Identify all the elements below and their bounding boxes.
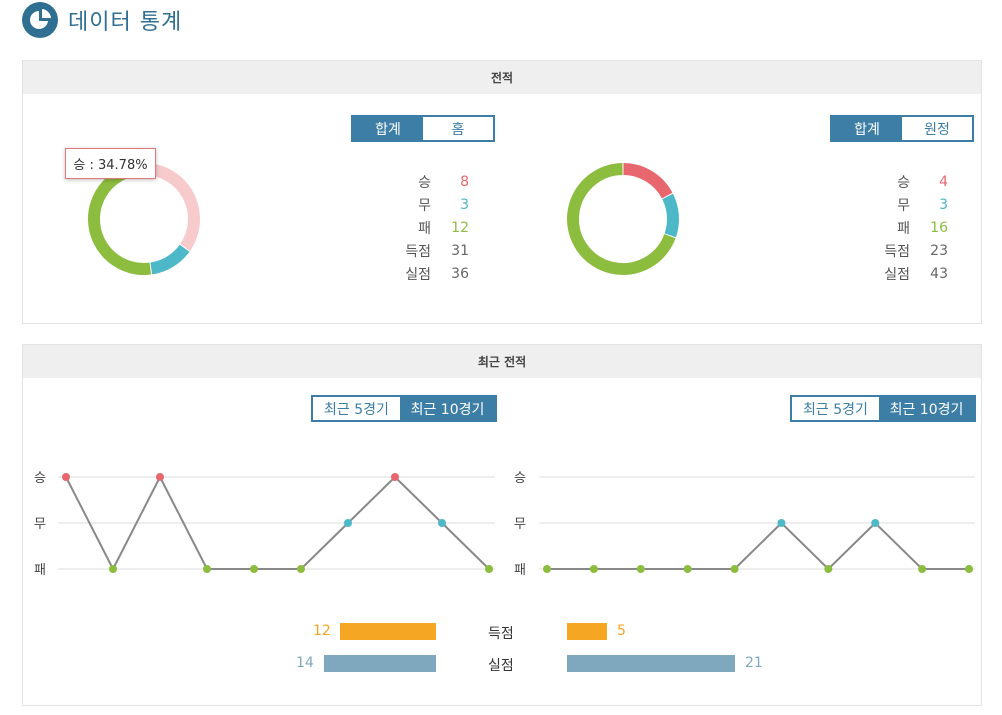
stat-label: 실점 <box>884 266 910 283</box>
result-line <box>547 521 969 571</box>
right-goals-value: 5 <box>617 623 626 639</box>
stat-label: 패 <box>897 220 910 237</box>
right-goals-bar <box>567 623 607 640</box>
stat-value: 8 <box>460 173 469 190</box>
result-point[interactable] <box>344 519 352 527</box>
stat-row-win: 승 4 <box>864 170 948 193</box>
stat-row-win: 승 8 <box>385 170 469 193</box>
stat-label: 득점 <box>405 243 431 260</box>
stat-label: 패 <box>418 220 431 237</box>
stat-row-loss: 패 12 <box>385 216 469 239</box>
result-point[interactable] <box>918 565 927 573</box>
right-record-donut[interactable] <box>564 160 682 278</box>
stat-value: 4 <box>939 173 948 190</box>
stat-label: 승 <box>897 174 910 191</box>
conceded-label: 실점 <box>488 658 514 674</box>
y-tick-label: 패 <box>514 563 526 578</box>
result-point[interactable] <box>824 565 833 573</box>
donut-slice-draw[interactable] <box>150 244 190 275</box>
result-point[interactable] <box>636 565 645 573</box>
stat-row-loss: 패 16 <box>864 216 948 239</box>
right-conceded-bar <box>567 655 735 672</box>
y-tick-label: 무 <box>34 517 46 532</box>
donut-slice-draw[interactable] <box>662 193 679 238</box>
stat-row-goals: 득점 23 <box>864 239 948 262</box>
tab-recent-5-left[interactable]: 최근 5경기 <box>313 397 400 420</box>
stat-row-draw: 무 3 <box>864 193 948 216</box>
record-title: 전적 <box>23 61 981 94</box>
tab-total-right[interactable]: 합계 <box>832 117 902 140</box>
tab-total-left[interactable]: 합계 <box>353 117 423 140</box>
stat-value: 3 <box>460 196 469 213</box>
left-recent-tabs: 최근 5경기 최근 10경기 <box>311 395 497 422</box>
result-point[interactable] <box>730 565 739 573</box>
stat-row-conceded: 실점 36 <box>385 262 469 285</box>
result-point[interactable] <box>683 565 692 573</box>
stat-value: 36 <box>451 265 469 282</box>
left-record-tabs: 합계 홈 <box>351 115 495 142</box>
stat-label: 승 <box>418 174 431 191</box>
result-point[interactable] <box>485 565 493 573</box>
right-conceded-value: 21 <box>745 655 763 671</box>
stat-label: 실점 <box>405 266 431 283</box>
tab-home[interactable]: 홈 <box>423 117 493 140</box>
result-point[interactable] <box>203 565 211 573</box>
left-goals-bar <box>340 623 436 640</box>
tab-away[interactable]: 원정 <box>902 117 972 140</box>
donut-slice-win[interactable] <box>144 163 200 251</box>
result-point[interactable] <box>871 519 880 527</box>
recent-title: 최근 전적 <box>23 345 981 378</box>
left-conceded-bar <box>324 655 436 672</box>
result-point[interactable] <box>391 473 399 481</box>
result-point[interactable] <box>777 519 786 527</box>
result-point[interactable] <box>109 565 117 573</box>
tab-recent-10-right[interactable]: 최근 10경기 <box>879 397 974 420</box>
right-recent-line-chart: 승무패 <box>514 471 975 578</box>
left-goals-value: 12 <box>313 623 331 639</box>
record-panel: 전적 합계 홈 합계 원정 승 : 34.78% 승 8 무 3 패 12 득점… <box>22 60 982 324</box>
right-recent-tabs: 최근 5경기 최근 10경기 <box>790 395 976 422</box>
stat-value: 23 <box>930 242 948 259</box>
left-recent-line-chart: 승무패 <box>34 471 495 578</box>
stat-row-goals: 득점 31 <box>385 239 469 262</box>
right-record-tabs: 합계 원정 <box>830 115 974 142</box>
stat-row-conceded: 실점 43 <box>864 262 948 285</box>
y-tick-label: 승 <box>34 471 46 486</box>
result-point[interactable] <box>62 473 70 481</box>
stat-label: 득점 <box>884 243 910 260</box>
left-conceded-value: 14 <box>296 655 314 671</box>
result-point[interactable] <box>297 565 305 573</box>
donut-slice-loss[interactable] <box>88 163 152 275</box>
result-point[interactable] <box>543 565 551 573</box>
goals-label: 득점 <box>488 626 514 642</box>
stat-value: 31 <box>451 242 469 259</box>
y-tick-label: 승 <box>514 471 526 486</box>
stat-value: 3 <box>939 196 948 213</box>
stat-value: 43 <box>930 265 948 282</box>
y-tick-label: 패 <box>34 563 46 578</box>
tab-recent-10-left[interactable]: 최근 10경기 <box>400 397 495 420</box>
page-header: 데이터 통계 <box>22 0 182 40</box>
page-title: 데이터 통계 <box>68 10 183 35</box>
result-point[interactable] <box>589 565 598 573</box>
result-point[interactable] <box>965 565 973 573</box>
result-point[interactable] <box>250 565 258 573</box>
recent-panel: 최근 전적 최근 5경기 최근 10경기 최근 5경기 최근 10경기 승무패 … <box>22 344 982 706</box>
left-stats: 승 8 무 3 패 12 득점 31 실점 36 <box>385 170 469 285</box>
y-tick-label: 무 <box>514 517 526 532</box>
stat-label: 무 <box>897 197 910 214</box>
stat-value: 16 <box>930 219 948 236</box>
stat-row-draw: 무 3 <box>385 193 469 216</box>
stat-label: 무 <box>418 197 431 214</box>
tab-recent-5-right[interactable]: 최근 5경기 <box>792 397 879 420</box>
result-point[interactable] <box>156 473 164 481</box>
result-point[interactable] <box>438 519 446 527</box>
donut-slice-win[interactable] <box>623 163 673 199</box>
right-stats: 승 4 무 3 패 16 득점 23 실점 43 <box>864 170 948 285</box>
pie-chart-icon <box>22 2 58 38</box>
stat-value: 12 <box>451 219 469 236</box>
donut-tooltip: 승 : 34.78% <box>65 148 156 179</box>
